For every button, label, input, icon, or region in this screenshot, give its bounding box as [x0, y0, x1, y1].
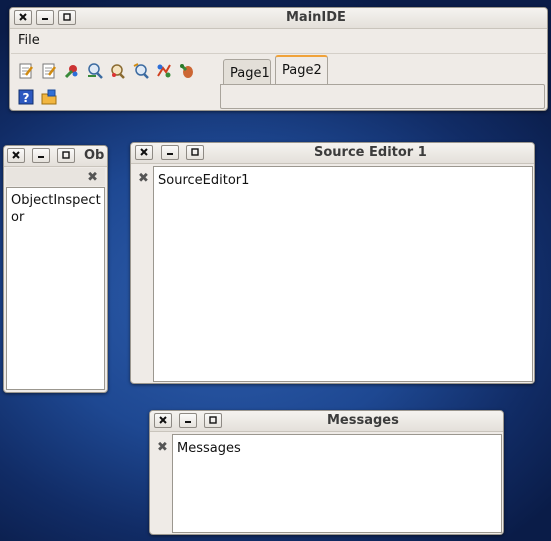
object-inspector-window: Ob ✖ ObjectInspector	[3, 145, 108, 393]
source-editor-pane[interactable]: SourceEditor1	[153, 166, 533, 382]
dock-close-icon[interactable]: ✖	[138, 172, 149, 185]
debug-icon[interactable]	[178, 62, 196, 80]
close-window-button[interactable]	[154, 413, 172, 428]
close-window-button[interactable]	[14, 10, 32, 25]
window-title: Source Editor 1	[314, 145, 427, 160]
minimize-window-button[interactable]	[36, 10, 54, 25]
minimize-window-button[interactable]	[32, 148, 50, 163]
object-inspector-label: ObjectInspector	[11, 193, 101, 225]
window-title: MainIDE	[286, 10, 346, 25]
dock-header: ✖	[6, 168, 105, 186]
replace-icon[interactable]	[132, 62, 150, 80]
dock-close-icon[interactable]: ✖	[157, 441, 168, 454]
main-ide-titlebar[interactable]: MainIDE	[10, 8, 547, 29]
find-icon[interactable]	[86, 62, 104, 80]
messages-label: Messages	[177, 441, 241, 456]
tab-panel	[220, 84, 545, 109]
new-unit-icon[interactable]	[17, 62, 35, 80]
jump-icon[interactable]	[155, 62, 173, 80]
maximize-window-button[interactable]	[57, 148, 75, 163]
close-window-button[interactable]	[7, 148, 25, 163]
help-icon[interactable]: ?	[17, 88, 35, 106]
source-editor-label: SourceEditor1	[158, 173, 250, 188]
object-inspector-titlebar[interactable]: Ob	[4, 146, 107, 167]
tab-page1[interactable]: Page1	[223, 59, 271, 84]
tab-page2[interactable]: Page2	[275, 55, 328, 85]
maximize-window-button[interactable]	[58, 10, 76, 25]
maximize-window-button[interactable]	[186, 145, 204, 160]
close-window-button[interactable]	[135, 145, 153, 160]
window-title: Messages	[327, 413, 399, 428]
messages-titlebar[interactable]: Messages	[150, 411, 503, 432]
window-title: Ob	[84, 148, 105, 163]
object-inspector-pane[interactable]: ObjectInspector	[6, 187, 105, 390]
minimize-window-button[interactable]	[179, 413, 197, 428]
minimize-window-button[interactable]	[161, 145, 179, 160]
page-tabs: Page1 Page2	[220, 55, 545, 109]
run-icon[interactable]	[63, 62, 81, 80]
source-editor-window: Source Editor 1 ✖ SourceEditor1	[130, 142, 535, 384]
menu-bar: File	[11, 29, 546, 51]
svg-text:?: ?	[23, 91, 30, 105]
open-package-icon[interactable]	[40, 88, 58, 106]
toolbar-divider	[11, 53, 546, 54]
main-ide-window: MainIDE File ? Page1 Page2	[9, 7, 548, 111]
maximize-window-button[interactable]	[204, 413, 222, 428]
dock-close-icon[interactable]: ✖	[87, 171, 98, 184]
menu-file[interactable]: File	[18, 33, 40, 48]
find-in-files-icon[interactable]	[109, 62, 127, 80]
new-form-icon[interactable]	[40, 62, 58, 80]
source-editor-titlebar[interactable]: Source Editor 1	[131, 143, 534, 164]
messages-window: Messages ✖ Messages	[149, 410, 504, 535]
messages-pane[interactable]: Messages	[172, 434, 502, 533]
